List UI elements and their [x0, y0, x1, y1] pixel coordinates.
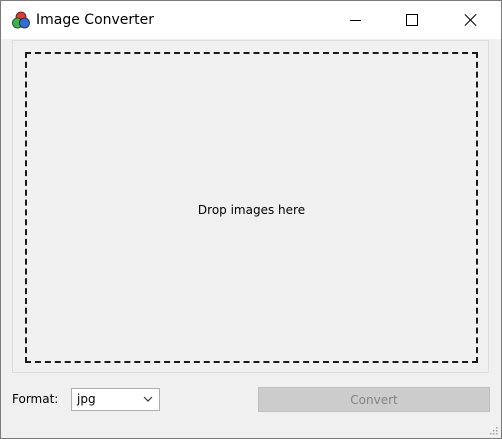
format-select[interactable]: jpg: [71, 388, 160, 411]
maximize-button[interactable]: [389, 1, 435, 39]
resize-grip-icon[interactable]: [488, 425, 498, 435]
three-circles-icon: [12, 11, 30, 29]
drop-zone[interactable]: Drop images here: [25, 52, 478, 363]
drop-zone-label: Drop images here: [197, 203, 306, 217]
format-label: Format:: [12, 392, 59, 406]
chevron-down-icon: [143, 396, 153, 402]
drop-panel: Drop images here: [12, 40, 489, 373]
minimize-button[interactable]: [332, 1, 378, 39]
app-window: Image Converter Drop images here Format:…: [0, 0, 502, 439]
title-bar[interactable]: Image Converter: [1, 1, 501, 39]
window-title: Image Converter: [36, 12, 155, 28]
minimize-icon: [349, 19, 361, 21]
close-icon: [464, 13, 478, 27]
close-button[interactable]: [448, 1, 494, 39]
format-selected-value: jpg: [77, 392, 96, 406]
convert-button[interactable]: Convert: [258, 387, 490, 412]
maximize-icon: [406, 14, 418, 26]
